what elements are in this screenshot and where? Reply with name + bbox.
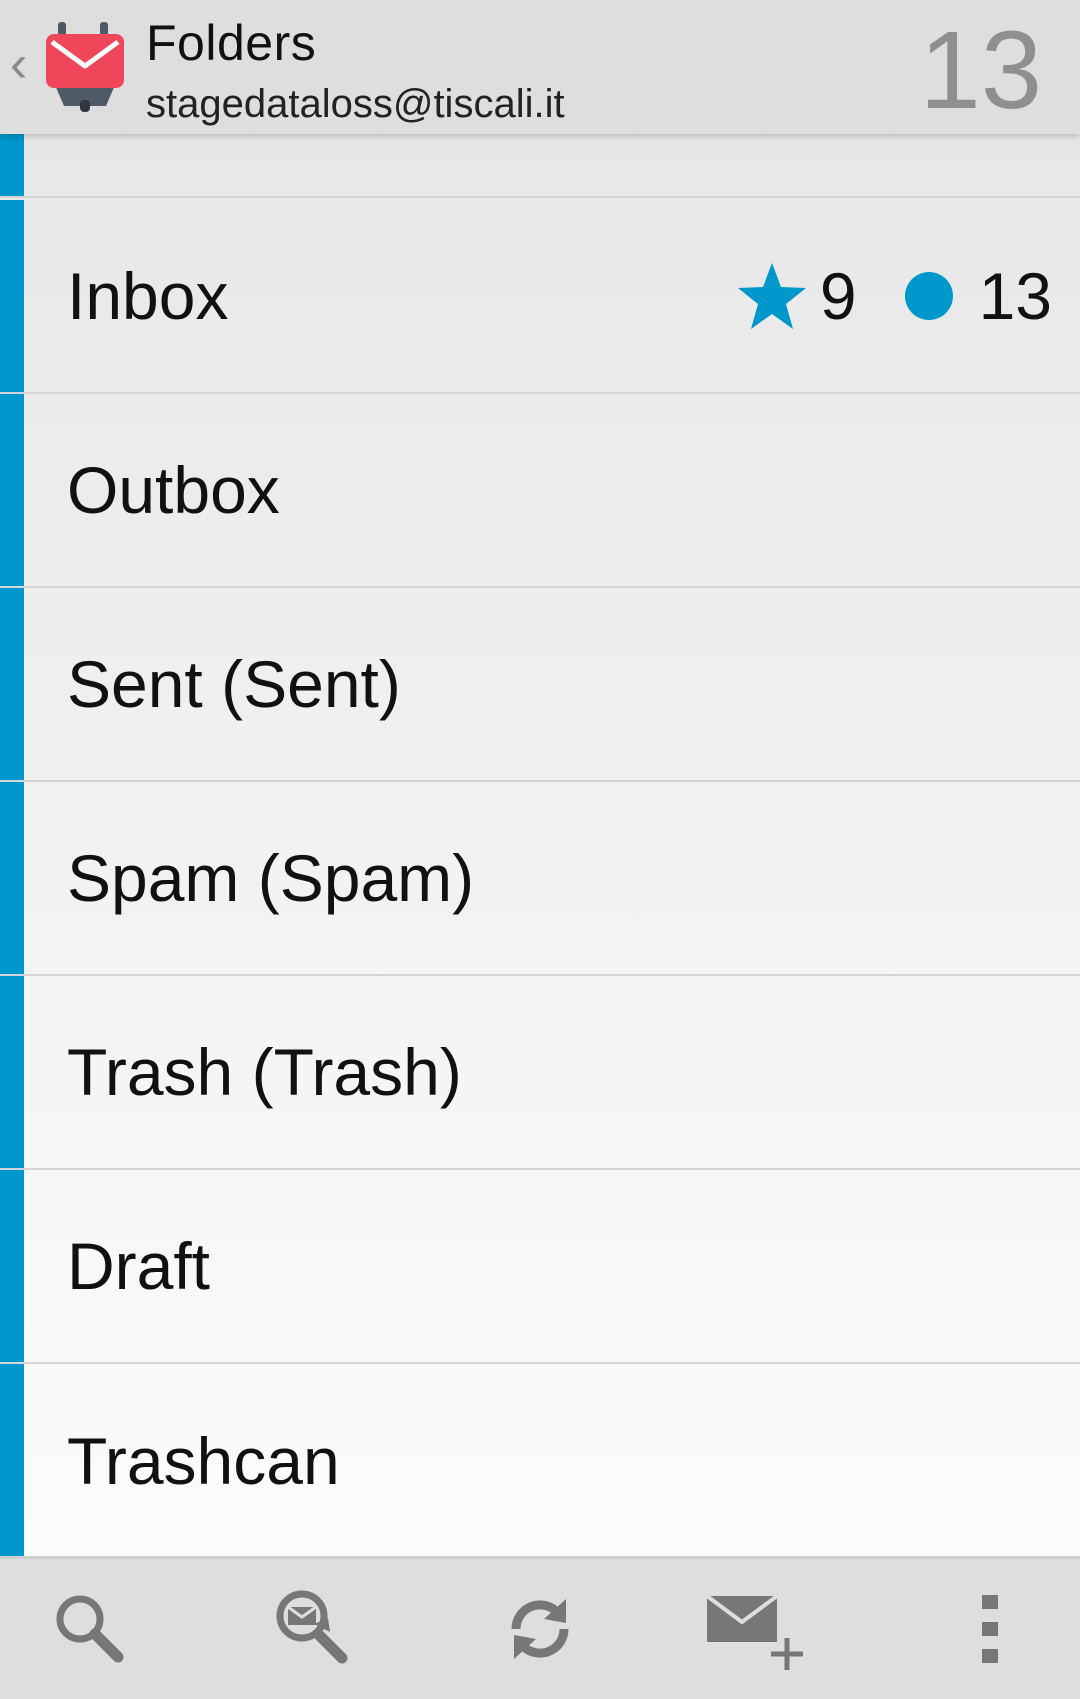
folder-row-trash[interactable]: Trash (Trash) bbox=[0, 976, 1080, 1170]
folder-name: Spam (Spam) bbox=[67, 841, 475, 915]
folder-row-draft[interactable]: Draft bbox=[0, 1170, 1080, 1364]
account-color-strip bbox=[0, 1364, 24, 1558]
folder-row-spam[interactable]: Spam (Spam) bbox=[0, 782, 1080, 976]
star-icon[interactable] bbox=[736, 261, 808, 331]
folder-list[interactable]: Inbox 9 13 Outbox Sent (Sent) Spam (Spam… bbox=[0, 134, 1080, 1558]
search-button[interactable] bbox=[20, 1559, 160, 1699]
overflow-menu-button[interactable] bbox=[920, 1559, 1060, 1699]
compose-button[interactable] bbox=[693, 1559, 823, 1699]
app-logo-icon[interactable] bbox=[42, 22, 128, 114]
flagged-count[interactable]: 9 bbox=[820, 258, 857, 334]
account-color-strip bbox=[0, 976, 24, 1168]
bottom-action-bar bbox=[0, 1556, 1080, 1699]
more-vert-icon bbox=[982, 1595, 998, 1663]
up-navigation-icon[interactable]: ‹ bbox=[10, 38, 27, 90]
folder-row-trashcan[interactable]: Trashcan bbox=[0, 1364, 1080, 1558]
screen-title: Folders bbox=[146, 15, 317, 71]
account-color-strip bbox=[0, 588, 24, 780]
account-color-strip bbox=[0, 394, 24, 586]
folder-row-outbox[interactable]: Outbox bbox=[0, 394, 1080, 588]
list-item[interactable] bbox=[0, 134, 1080, 198]
unread-dot-icon[interactable] bbox=[904, 272, 953, 320]
account-email: stagedataloss@tiscali.it bbox=[146, 82, 565, 126]
total-unread-count: 13 bbox=[919, 9, 1042, 132]
compose-mail-icon bbox=[705, 1594, 803, 1670]
folder-name: Trashcan bbox=[67, 1424, 340, 1498]
folder-name: Draft bbox=[67, 1229, 211, 1303]
folder-row-sent[interactable]: Sent (Sent) bbox=[0, 588, 1080, 782]
folder-row-inbox[interactable]: Inbox 9 13 bbox=[0, 200, 1080, 394]
folder-name: Sent (Sent) bbox=[67, 647, 401, 721]
search-messages-icon bbox=[276, 1590, 348, 1664]
folder-counts: 9 13 bbox=[736, 258, 1052, 334]
search-messages-button[interactable] bbox=[243, 1559, 383, 1699]
account-color-strip bbox=[0, 134, 24, 196]
account-color-strip bbox=[0, 782, 24, 974]
folder-name: Inbox bbox=[67, 259, 229, 333]
folder-name: Outbox bbox=[67, 453, 280, 527]
unread-count[interactable]: 13 bbox=[979, 258, 1052, 334]
folder-name: Trash (Trash) bbox=[67, 1035, 462, 1109]
refresh-icon bbox=[511, 1599, 569, 1659]
refresh-button[interactable] bbox=[470, 1559, 610, 1699]
account-color-strip bbox=[0, 200, 24, 392]
search-icon bbox=[56, 1595, 124, 1663]
action-bar: ‹ Folders stagedataloss@tiscali.it 13 bbox=[0, 0, 1080, 134]
account-color-strip bbox=[0, 1170, 24, 1362]
